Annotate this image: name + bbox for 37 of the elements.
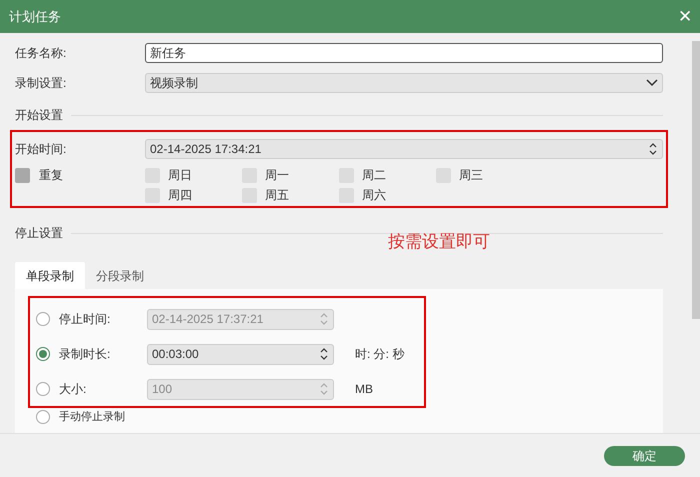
close-button[interactable]: ✕ xyxy=(678,8,692,25)
window-title: 计划任务 xyxy=(9,8,61,26)
spin-field[interactable]: 00:03:00 xyxy=(147,344,334,364)
radio-button[interactable] xyxy=(36,382,50,396)
option-label: 手动停止录制 xyxy=(59,410,125,425)
checkbox-label: 重复 xyxy=(39,168,63,183)
option-label: 停止时间: xyxy=(59,311,112,328)
dropdown[interactable]: 视频录制 xyxy=(145,73,663,93)
radio-button[interactable] xyxy=(36,410,50,424)
checkbox-label: 周一 xyxy=(265,167,289,184)
option-label: 录制时长: xyxy=(59,346,112,363)
input-field[interactable]: 新任务 xyxy=(145,43,663,63)
checkbox-label: 周日 xyxy=(168,167,192,184)
chevron-down-icon xyxy=(646,79,658,87)
unit-label: 时: 分: 秒 xyxy=(355,346,404,363)
section-title: 停止设置 xyxy=(15,225,63,242)
confirm-button[interactable]: 确定 xyxy=(604,446,685,466)
checkbox-label: 周六 xyxy=(362,187,386,204)
radio-button[interactable] xyxy=(36,347,50,361)
section-title: 开始设置 xyxy=(15,107,63,124)
spinner-icon[interactable] xyxy=(648,141,658,157)
checkbox-label: 周二 xyxy=(362,167,386,184)
field-label: 开始时间: xyxy=(15,141,68,158)
tab[interactable]: 单段录制 xyxy=(15,262,85,289)
tab[interactable]: 分段录制 xyxy=(85,262,155,289)
option-label: 大小: xyxy=(59,381,88,398)
time-field[interactable]: 02-14-2025 17:34:21 xyxy=(145,139,663,159)
annotation-text: 按需设置即可 xyxy=(388,231,490,253)
checkbox[interactable] xyxy=(15,168,30,183)
spinner-icon[interactable] xyxy=(319,346,329,362)
checkbox-label: 周五 xyxy=(265,187,289,204)
field-label: 任务名称: xyxy=(15,45,68,62)
unit-label: MB xyxy=(355,381,373,398)
field-label: 录制设置: xyxy=(15,75,68,92)
checkbox-label: 周四 xyxy=(168,187,192,204)
radio-button[interactable] xyxy=(36,312,50,326)
checkbox-label: 周三 xyxy=(459,167,483,184)
